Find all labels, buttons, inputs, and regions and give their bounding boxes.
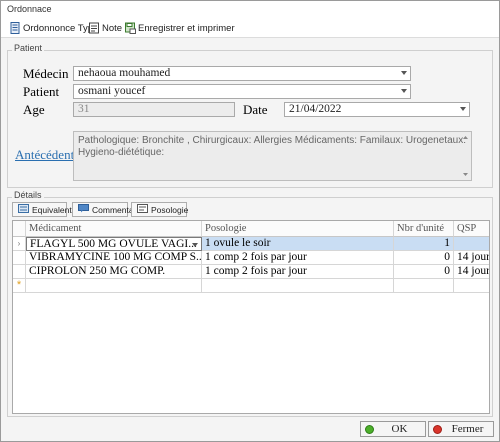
save-print-icon xyxy=(125,22,136,34)
note-button[interactable]: Note xyxy=(89,20,122,36)
cancel-button[interactable]: Fermer xyxy=(428,421,494,437)
grid-cell-medicament[interactable] xyxy=(26,279,202,293)
ok-button[interactable]: OK xyxy=(360,421,426,437)
date-value: 21/04/2022 xyxy=(289,103,342,115)
antecedents-memo[interactable]: Pathologique: Bronchite , Chirurgicaux: … xyxy=(73,131,472,181)
medecin-label: Médecin xyxy=(23,66,69,81)
grid-cell-posologie[interactable]: 1 comp 2 fois par jour xyxy=(202,251,394,265)
save-print-button[interactable]: Enregistrer et imprimer xyxy=(125,20,235,36)
ordonnance-type-label: Ordonnonce Type xyxy=(23,22,99,34)
chevron-down-icon xyxy=(401,89,407,93)
posologie-icon xyxy=(137,204,148,215)
age-value: 31 xyxy=(78,103,90,115)
grid-cell-medicament[interactable]: VIBRAMYCINE 100 MG COMP S... xyxy=(26,251,202,265)
cancel-label: Fermer xyxy=(451,423,484,435)
date-picker[interactable]: 21/04/2022 xyxy=(284,102,470,117)
grid-cell-posologie[interactable]: 1 comp 2 fois par jour xyxy=(202,265,394,279)
grid-header-posologie[interactable]: Posologie xyxy=(202,221,394,237)
table-row[interactable]: › FLAGYL 500 MG OVULE VAGI... 1 ovule le… xyxy=(13,237,489,251)
toolbar: Ordonnonce Type Note Enregistrer et impr… xyxy=(1,18,499,38)
scroll-up-icon[interactable] xyxy=(461,133,470,142)
grid-cell-qsp[interactable]: 14 jours xyxy=(454,251,489,265)
close-icon xyxy=(433,424,442,434)
medecin-value: nehaoua mouhamed xyxy=(78,67,171,79)
grid-header-medicament[interactable]: Médicament xyxy=(26,221,202,237)
comment-icon xyxy=(78,204,89,215)
details-group-legend: Détails xyxy=(12,190,44,200)
equivalents-icon xyxy=(18,204,29,215)
new-row[interactable]: * xyxy=(13,279,489,293)
title-bar: Ordonnace xyxy=(1,1,499,18)
antecedents-text: Pathologique: Bronchite , Chirurgicaux: … xyxy=(78,135,466,158)
note-label: Note xyxy=(102,22,123,34)
commentaire-button[interactable]: Commentaire xyxy=(72,202,143,217)
age-field[interactable]: 31 xyxy=(73,102,235,117)
chevron-down-icon[interactable] xyxy=(192,243,198,247)
current-row-indicator: › xyxy=(13,237,26,251)
table-row[interactable]: VIBRAMYCINE 100 MG COMP S... 1 comp 2 fo… xyxy=(13,251,489,265)
patient-value: osmani youcef xyxy=(78,85,146,97)
document-icon xyxy=(10,22,20,34)
grid-indicator-header xyxy=(13,221,26,237)
grid-cell-text: FLAGYL 500 MG OVULE VAGI... xyxy=(30,238,197,250)
age-label: Age xyxy=(23,102,45,117)
grid-cell-qsp[interactable] xyxy=(454,237,489,251)
window-title: Ordonnace xyxy=(7,4,52,14)
save-print-label: Enregistrer et imprimer xyxy=(138,22,235,34)
antecedents-link[interactable]: Antécédents xyxy=(15,147,79,163)
row-indicator xyxy=(13,251,26,265)
grid-cell-nbr[interactable]: 0 xyxy=(394,251,454,265)
ok-label: OK xyxy=(391,423,408,435)
table-row[interactable]: CIPROLON 250 MG COMP. 1 comp 2 fois par … xyxy=(13,265,489,279)
posologie-button[interactable]: Posologie xyxy=(131,202,189,217)
prescription-grid[interactable]: Médicament Posologie Nbr d'unité QSP › F… xyxy=(12,220,490,414)
note-icon xyxy=(89,22,99,34)
date-label: Date xyxy=(243,102,268,117)
equivalents-label: Equivalents xyxy=(32,204,76,215)
equivalents-button[interactable]: Equivalents xyxy=(12,202,76,217)
row-indicator xyxy=(13,265,26,279)
new-row-indicator: * xyxy=(13,279,26,293)
grid-cell-posologie[interactable]: 1 ovule le soir xyxy=(202,237,394,251)
grid-cell-nbr[interactable]: 1 xyxy=(394,237,454,251)
ordonnance-type-button[interactable]: Ordonnonce Type xyxy=(10,20,98,36)
patient-label: Patient xyxy=(23,84,60,99)
grid-cell-medicament[interactable]: FLAGYL 500 MG OVULE VAGI... xyxy=(26,237,202,251)
patient-select[interactable]: osmani youcef xyxy=(73,84,411,99)
posologie-label: Posologie xyxy=(151,204,189,215)
scroll-down-icon[interactable] xyxy=(461,170,470,179)
patient-group-legend: Patient xyxy=(12,43,45,53)
grid-cell-nbr[interactable] xyxy=(394,279,454,293)
grid-cell-nbr[interactable]: 0 xyxy=(394,265,454,279)
grid-cell-medicament[interactable]: CIPROLON 250 MG COMP. xyxy=(26,265,202,279)
chevron-down-icon xyxy=(460,107,466,111)
grid-cell-posologie[interactable] xyxy=(202,279,394,293)
grid-cell-qsp[interactable]: 14 jours xyxy=(454,265,489,279)
ok-icon xyxy=(365,424,374,434)
grid-header-nbr-unite[interactable]: Nbr d'unité xyxy=(394,221,454,237)
chevron-down-icon xyxy=(401,71,407,75)
medecin-select[interactable]: nehaoua mouhamed xyxy=(73,66,411,81)
grid-cell-qsp[interactable] xyxy=(454,279,489,293)
grid-header-qsp[interactable]: QSP xyxy=(454,221,489,237)
ordonnance-window: Ordonnace Ordonnonce Type Note Enregistr… xyxy=(0,0,500,442)
